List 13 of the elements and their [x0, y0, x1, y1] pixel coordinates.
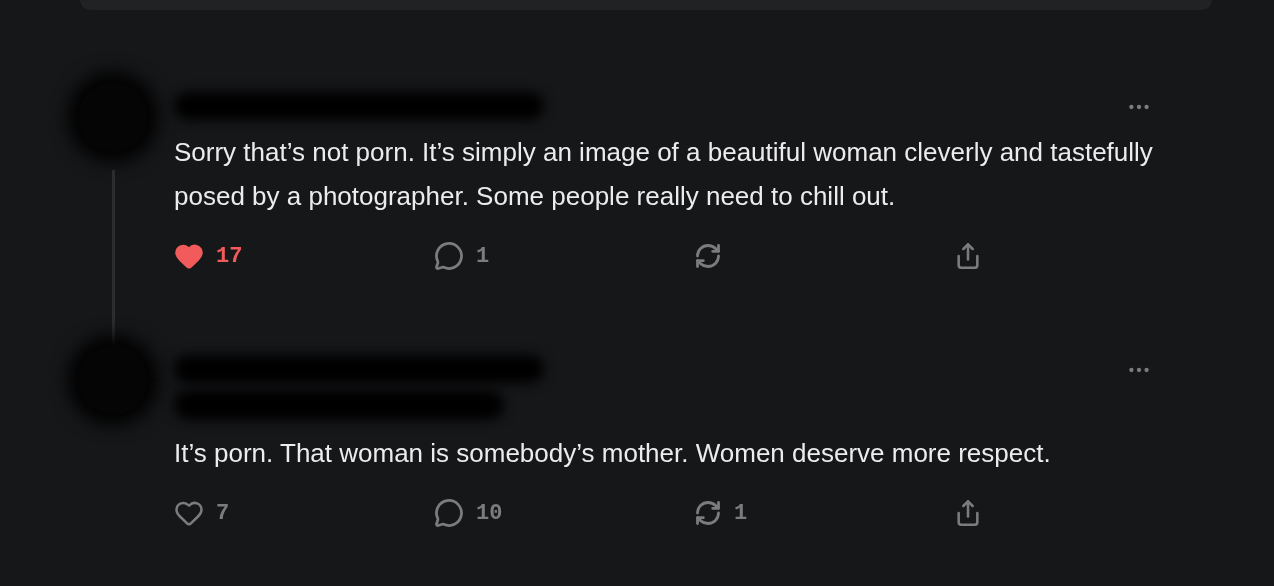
comment-text: Sorry that’s not porn. It’s simply an image of a beautiful woman cleverly and tastefully posed by a photographer. Some people really need to chill out.: [174, 136, 1154, 213]
reply-button[interactable]: 10: [434, 493, 503, 533]
like-button[interactable]: 17: [174, 236, 243, 276]
reply-button[interactable]: 1: [434, 236, 490, 276]
restack-icon: [694, 242, 722, 270]
speech-bubble-icon: [434, 498, 464, 528]
share-icon: [954, 242, 982, 270]
share-icon: [954, 499, 982, 527]
restack-icon: [694, 499, 722, 527]
like-button[interactable]: 7: [174, 493, 230, 533]
speech-bubble-icon: [434, 241, 464, 271]
restack-button[interactable]: 1: [694, 493, 748, 533]
comment-text: It’s porn. That woman is somebody’s mother. Women deserve more respect.: [174, 437, 1052, 470]
